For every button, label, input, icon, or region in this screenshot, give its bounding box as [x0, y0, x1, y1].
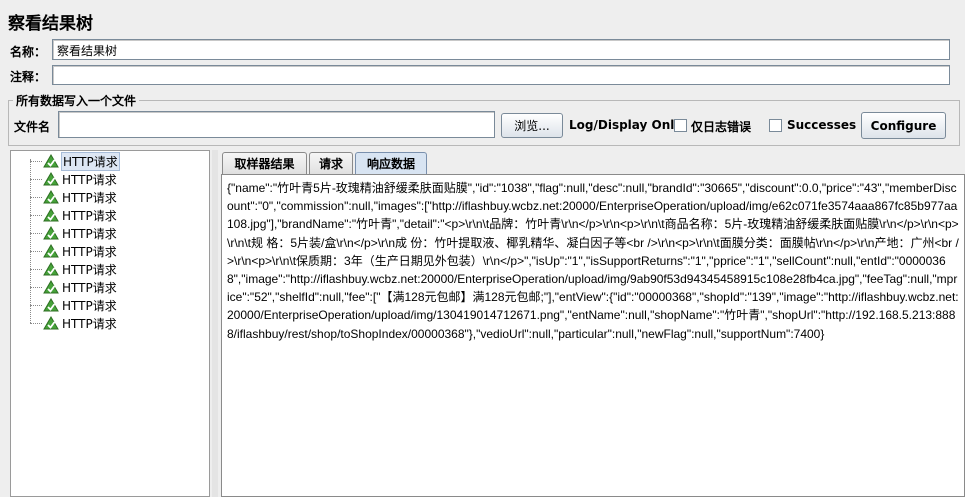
tree-branch-line [30, 160, 42, 162]
http-sampler-icon [43, 153, 59, 167]
http-sampler-icon [43, 207, 59, 221]
tree-item-label: HTTP请求 [61, 151, 120, 171]
panel-title: 察看结果树 [8, 14, 93, 34]
configure-button[interactable]: Configure [861, 112, 946, 139]
tree-item-label: HTTP请求 [62, 244, 117, 259]
tree-item-http-request[interactable]: HTTP请求 [11, 188, 118, 206]
http-sampler-icon [43, 189, 59, 203]
split-pane-divider[interactable] [212, 150, 218, 497]
tree-item-http-request[interactable]: HTTP请求 [11, 242, 118, 260]
tree-branch-line [30, 304, 42, 306]
tab-sampler-result[interactable]: 取样器结果 [222, 152, 307, 174]
tree-branch-line [30, 214, 42, 216]
filename-label: 文件名 [14, 120, 51, 134]
tree-item-label: HTTP请求 [62, 298, 117, 313]
filename-field[interactable] [58, 111, 495, 138]
tree-item-http-request[interactable]: HTTP请求 [11, 170, 118, 188]
tree-item-http-request[interactable]: HTTP请求 [11, 278, 118, 296]
tree-branch-line [30, 178, 42, 180]
tree-branch-line [30, 250, 42, 252]
tree-item-http-request[interactable]: HTTP请求 [11, 296, 118, 314]
tree-item-label: HTTP请求 [62, 262, 117, 277]
tab-response-data[interactable]: 响应数据 [355, 152, 427, 174]
tab-request[interactable]: 请求 [309, 152, 353, 174]
tree-item-label: HTTP请求 [62, 208, 117, 223]
tree-item-http-request[interactable]: HTTP请求 [11, 151, 120, 171]
http-sampler-icon [43, 225, 59, 239]
http-sampler-icon [43, 315, 59, 329]
tree-item-http-request[interactable]: HTTP请求 [11, 206, 118, 224]
tree-branch-line [30, 232, 42, 234]
response-data-panel[interactable]: {"name":"竹叶青5片-玫瑰精油舒缓柔肤面贴膜","id":"1038",… [221, 174, 965, 497]
http-sampler-icon [43, 279, 59, 293]
errors-only-checkbox[interactable] [674, 119, 687, 132]
http-sampler-icon [43, 297, 59, 311]
file-group-title: 所有数据写入一个文件 [13, 92, 140, 109]
tree-item-label: HTTP请求 [62, 316, 117, 331]
result-tree[interactable]: HTTP请求 HTTP请求 HTTP请求 HTTP请求 HTTP请求 HTTP请求 HTTP… [10, 150, 210, 497]
successes-checkbox[interactable] [769, 119, 782, 132]
comment-label: 注释： [10, 70, 47, 84]
name-label: 名称： [10, 45, 47, 59]
tree-item-http-request[interactable]: HTTP请求 [11, 260, 118, 278]
tree-branch-line [30, 322, 42, 324]
errors-only-label: 仅日志错误 [691, 120, 752, 134]
log-display-label: Log/Display Only: [569, 118, 687, 132]
tree-item-label: HTTP请求 [62, 280, 117, 295]
tree-branch-line [30, 196, 42, 198]
tree-item-http-request[interactable]: HTTP请求 [11, 224, 118, 242]
tree-item-label: HTTP请求 [62, 226, 117, 241]
http-sampler-icon [43, 261, 59, 275]
response-text: {"name":"竹叶青5片-玫瑰精油舒缓柔肤面贴膜","id":"1038",… [227, 181, 959, 341]
tree-branch-line [30, 268, 42, 270]
tree-item-label: HTTP请求 [62, 172, 117, 187]
tree-branch-line [30, 286, 42, 288]
http-sampler-icon [43, 171, 59, 185]
comment-field[interactable] [52, 65, 950, 85]
tree-item-http-request[interactable]: HTTP请求 [11, 314, 118, 332]
browse-button[interactable]: 浏览... [501, 113, 563, 138]
http-sampler-icon [43, 243, 59, 257]
successes-label: Successes [787, 118, 857, 132]
name-field[interactable]: 察看结果树 [52, 39, 950, 60]
tree-item-label: HTTP请求 [62, 190, 117, 205]
